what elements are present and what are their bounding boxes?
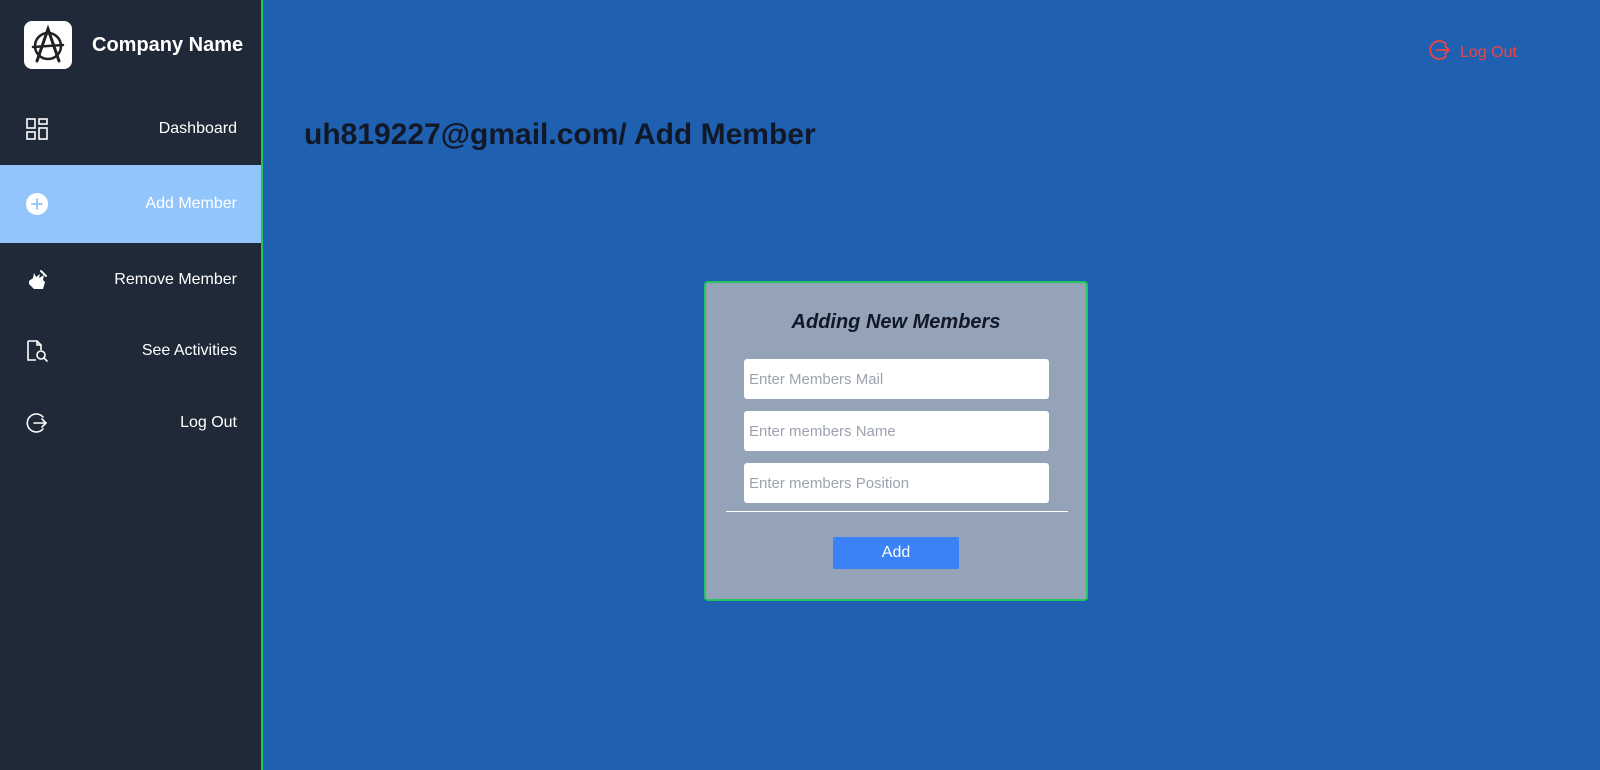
member-mail-input[interactable]	[744, 359, 1049, 399]
member-name-input[interactable]	[744, 411, 1049, 451]
logout-icon	[25, 411, 49, 435]
logout-icon	[1428, 38, 1452, 67]
divider	[726, 511, 1068, 512]
sidebar-item-remove-member[interactable]: Remove Member	[0, 256, 261, 304]
sidebar-item-add-member[interactable]: Add Member	[0, 165, 261, 243]
dashboard-grid-icon	[25, 117, 49, 141]
sidebar: Company Name Dashboard Add Member Remove…	[0, 0, 263, 770]
add-member-card: Adding New Members Add	[704, 281, 1088, 601]
hand-remove-icon	[25, 268, 49, 292]
sidebar-item-label: Dashboard	[158, 120, 237, 137]
brand[interactable]: Company Name	[24, 21, 243, 69]
sidebar-item-logout[interactable]: Log Out	[0, 399, 261, 447]
header-logout-label: Log Out	[1460, 43, 1517, 61]
plus-circle-icon	[25, 192, 49, 216]
sidebar-item-label: Log Out	[180, 414, 237, 431]
sidebar-item-label: Add Member	[145, 195, 237, 212]
member-position-input[interactable]	[744, 463, 1049, 503]
add-button[interactable]: Add	[833, 537, 959, 569]
document-search-icon	[25, 339, 49, 363]
anarchy-logo-icon	[24, 21, 72, 69]
sidebar-item-dashboard[interactable]: Dashboard	[0, 105, 261, 153]
header-logout-button[interactable]: Log Out	[1428, 38, 1517, 67]
sidebar-item-label: See Activities	[141, 342, 237, 359]
sidebar-item-see-activities[interactable]: See Activities	[0, 327, 261, 375]
sidebar-item-label: Remove Member	[114, 271, 237, 288]
page-title: uh819227@gmail.com/ Add Member	[304, 118, 816, 151]
company-name: Company Name	[92, 33, 244, 56]
card-title: Adding New Members	[791, 311, 1001, 333]
